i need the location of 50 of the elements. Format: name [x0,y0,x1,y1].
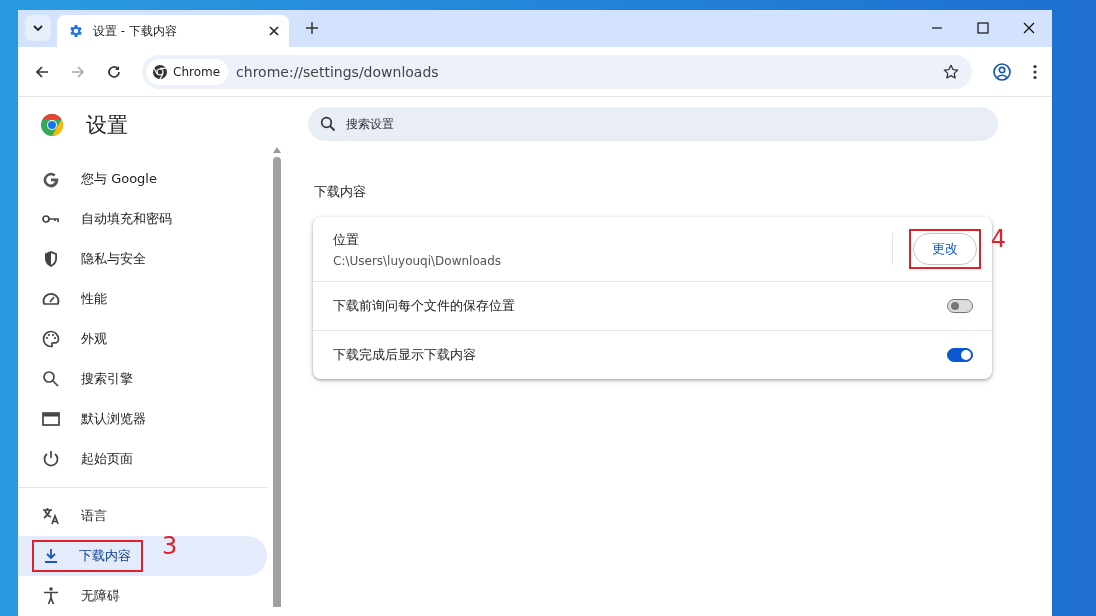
maximize-icon[interactable] [977,22,989,35]
sidebar-item[interactable]: 自动填充和密码 [18,199,267,239]
page-title: 设置 [86,112,128,139]
section-title: 下载内容 [314,183,367,201]
address-bar[interactable]: Chrome chrome://settings/downloads [142,54,972,89]
sidebar-item[interactable]: 您与 Google [18,159,267,199]
scrollbar[interactable] [272,147,281,607]
toggle-switch[interactable] [947,299,973,313]
profile-icon[interactable] [992,61,1012,82]
reload-icon[interactable] [106,63,122,80]
search-icon [320,116,336,132]
gear-icon [68,23,84,40]
setting-label: 下载前询问每个文件的保存位置 [333,297,516,315]
browser-tab[interactable]: 设置 - 下载内容 [57,15,289,48]
annotation-number: 4 [990,225,1006,253]
new-tab-icon[interactable] [306,22,318,35]
chrome-logo-icon [152,63,168,80]
sidebar-item[interactable]: 搜索引擎 [18,359,267,399]
annotation-frame: 下载内容 [32,540,143,572]
translate-icon [41,506,61,526]
back-icon[interactable] [34,63,50,80]
sidebar-item[interactable]: 下载内容 3 [18,536,267,576]
change-button[interactable]: 更改 [913,233,977,265]
tab-title: 设置 - 下载内容 [93,22,178,40]
sidebar-item[interactable]: 无障碍 [18,576,267,616]
star-icon[interactable] [942,62,960,81]
browser-window-icon [41,409,61,429]
tab-search-button[interactable] [25,15,51,42]
folder-path: C:\Users\luyouqi\Downloads [333,253,502,268]
sidebar-item[interactable]: 性能 [18,279,267,319]
search-icon [41,369,61,389]
palette-icon [41,329,61,349]
sidebar-item[interactable]: 隐私与安全 [18,239,267,279]
scroll-up-arrow-icon[interactable] [272,147,281,153]
search-field[interactable]: 搜索设置 [308,107,998,141]
accessibility-icon [41,586,61,606]
chrome-logo-icon [40,113,64,137]
sidebar-item[interactable]: 起始页面 [18,439,267,479]
url-text: chrome://settings/downloads [236,63,440,80]
power-icon [41,449,61,469]
menu-icon[interactable] [1032,63,1038,80]
search-input[interactable]: 搜索设置 [344,116,986,132]
setting-label: 下载完成后显示下载内容 [333,346,477,364]
close-icon[interactable] [1023,22,1035,35]
sidebar-item[interactable]: 外观 [18,319,267,359]
close-icon[interactable] [269,26,279,37]
sidebar-item[interactable]: 默认浏览器 [18,399,267,439]
toggle-switch[interactable] [947,348,973,362]
setting-label: 位置 [333,230,360,249]
site-chip[interactable]: Chrome [146,58,229,85]
